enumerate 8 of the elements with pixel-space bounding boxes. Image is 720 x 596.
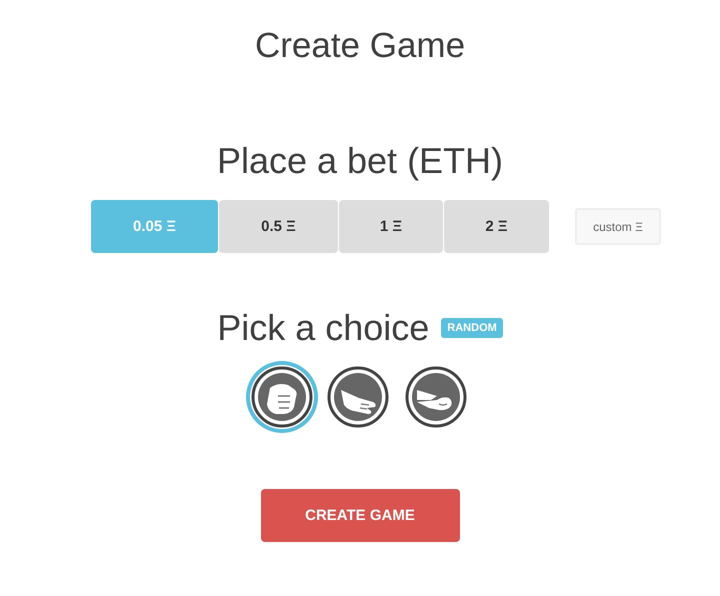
bet-option[interactable]: 2 Ξ [444, 200, 549, 253]
section-heading: Place a bet (ETH) [216, 140, 504, 182]
bet-option[interactable]: 1 Ξ [339, 200, 443, 253]
custom-bet-field[interactable]: custom Ξ [575, 208, 661, 245]
create-game-button[interactable]: CREATE GAME [260, 489, 460, 542]
section-heading: Pick a choice [217, 307, 430, 349]
bet-option[interactable]: 0.5 Ξ [219, 200, 338, 253]
page-title: Create Game [254, 26, 466, 66]
